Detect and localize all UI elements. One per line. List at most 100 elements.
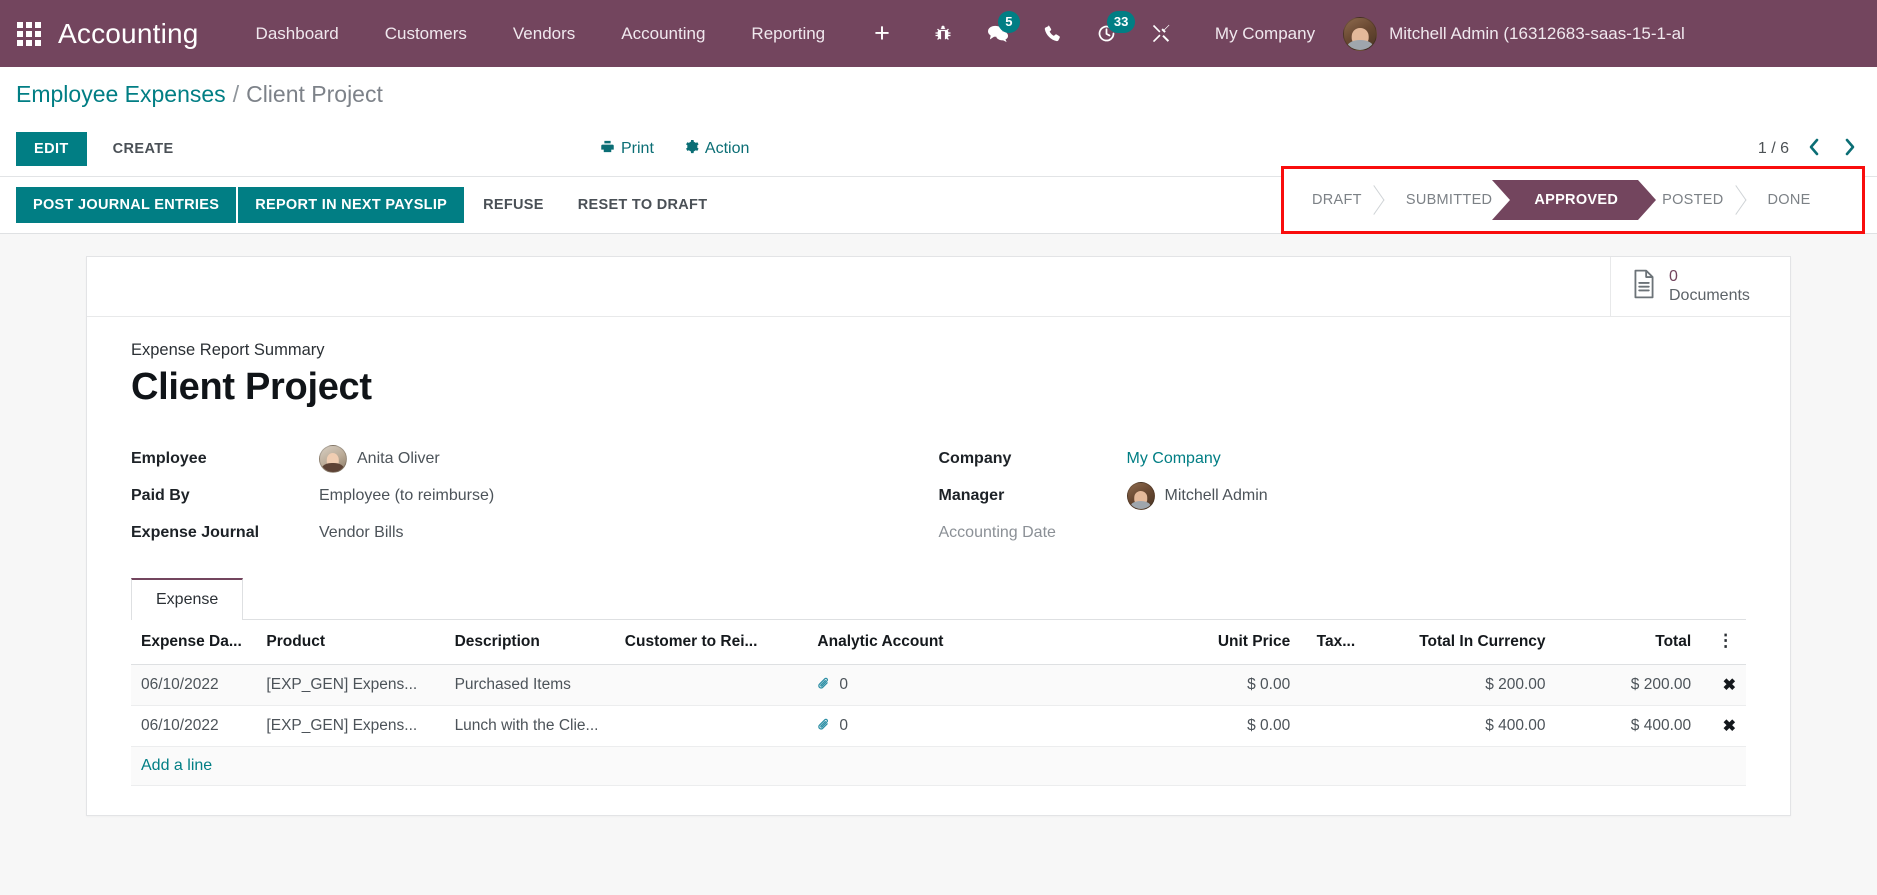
nav-item-dashboard[interactable]: Dashboard — [233, 0, 362, 67]
app-brand-accounting[interactable]: Accounting — [58, 18, 233, 50]
nav-item-vendors[interactable]: Vendors — [490, 0, 598, 67]
status-pipeline-highlight: DRAFT SUBMITTED APPROVED POSTED DONE — [1281, 166, 1865, 234]
column-customer-to-reinvoice[interactable]: Customer to Rei... — [614, 620, 808, 665]
breadcrumb-current-record: Client Project — [246, 80, 383, 107]
bug-icon[interactable] — [916, 0, 970, 67]
pager-next-button[interactable] — [1839, 138, 1861, 160]
cell-product[interactable]: [EXP_GEN] Expens... — [256, 664, 445, 706]
status-step-approved[interactable]: APPROVED — [1492, 180, 1656, 220]
post-journal-entries-button[interactable]: POST JOURNAL ENTRIES — [16, 187, 237, 223]
cell-analytic-account[interactable]: 0 — [807, 664, 1166, 706]
printer-icon — [600, 139, 615, 159]
cell-customer-to-reinvoice[interactable] — [614, 664, 808, 706]
field-value-employee[interactable]: Anita Oliver — [319, 444, 440, 473]
column-product[interactable]: Product — [256, 620, 445, 665]
field-label-accounting-date: Accounting Date — [938, 523, 1056, 541]
edit-button[interactable]: EDIT — [16, 131, 87, 166]
column-description[interactable]: Description — [444, 620, 615, 665]
close-icon[interactable]: ✖ — [1715, 677, 1736, 694]
table-row[interactable]: 06/10/2022 [EXP_GEN] Expens... Purchased… — [131, 664, 1746, 706]
field-label-manager: Manager — [938, 486, 1005, 504]
report-in-next-payslip-button[interactable]: REPORT IN NEXT PAYSLIP — [238, 187, 465, 223]
pager-previous-button[interactable] — [1803, 138, 1825, 160]
cell-product[interactable]: [EXP_GEN] Expens... — [256, 705, 445, 747]
cell-taxes[interactable] — [1300, 664, 1366, 706]
nav-item-accounting[interactable]: Accounting — [598, 0, 728, 67]
document-icon — [1631, 269, 1657, 304]
cell-expense-date[interactable]: 06/10/2022 — [131, 664, 257, 706]
nav-item-reporting[interactable]: Reporting — [728, 0, 848, 67]
field-value-paid-by[interactable]: Employee (to reimburse) — [319, 487, 494, 505]
cell-total-in-currency[interactable]: $ 400.00 — [1365, 705, 1556, 747]
stat-button-box: 0 Documents — [87, 257, 1790, 317]
print-menu-button[interactable]: Print — [600, 139, 654, 159]
column-total[interactable]: Total — [1555, 620, 1702, 665]
cell-total[interactable]: $ 200.00 — [1555, 664, 1702, 706]
attachment-count: 0 — [839, 717, 849, 734]
close-icon[interactable]: ✖ — [1715, 718, 1736, 735]
delete-row-button[interactable]: ✖ — [1701, 705, 1746, 747]
cell-description[interactable]: Lunch with the Clie... — [444, 705, 615, 747]
cell-total[interactable]: $ 400.00 — [1555, 705, 1702, 747]
breadcrumb-parent-employee-expenses[interactable]: Employee Expenses — [16, 81, 226, 108]
cell-customer-to-reinvoice[interactable] — [614, 705, 808, 747]
grid-apps-icon — [17, 21, 41, 46]
status-action-bar: POST JOURNAL ENTRIES REPORT IN NEXT PAYS… — [0, 166, 1877, 234]
company-switcher[interactable]: My Company — [1189, 24, 1333, 44]
column-analytic-account[interactable]: Analytic Account — [807, 620, 1166, 665]
tools-icon[interactable] — [1134, 0, 1189, 67]
pager-value[interactable]: 1 / 6 — [1758, 140, 1789, 158]
chat-icon[interactable]: 5 — [970, 0, 1026, 67]
status-step-draft[interactable]: DRAFT — [1298, 180, 1382, 220]
vertical-dots-icon[interactable]: ⋮ — [1701, 620, 1746, 665]
field-manager: Manager Mitchell Admin — [939, 478, 1747, 513]
reset-to-draft-button[interactable]: RESET TO DRAFT — [561, 187, 725, 223]
chat-badge-count: 5 — [997, 11, 1020, 33]
tab-expense[interactable]: Expense — [131, 578, 244, 620]
field-value-company[interactable]: My Company — [1127, 450, 1221, 468]
avatar — [319, 444, 347, 473]
expense-lines-header: Expense Da... Product Description Custom… — [131, 620, 1746, 665]
field-value-expense-journal[interactable]: Vendor Bills — [319, 524, 404, 542]
manager-name: Mitchell Admin — [1164, 486, 1268, 504]
status-pipeline: DRAFT SUBMITTED APPROVED POSTED DONE — [1298, 180, 1831, 220]
add-line-cell: Add a line — [131, 746, 1746, 786]
cell-description[interactable]: Purchased Items — [444, 664, 615, 706]
documents-label: Documents — [1669, 286, 1750, 304]
print-label: Print — [621, 139, 654, 157]
apps-menu-button[interactable] — [0, 0, 58, 67]
field-company: Company My Company — [939, 441, 1747, 476]
field-value-manager[interactable]: Mitchell Admin — [1126, 481, 1268, 510]
column-taxes[interactable]: Tax... — [1300, 620, 1366, 665]
employee-name: Anita Oliver — [357, 449, 440, 467]
cell-taxes[interactable] — [1300, 705, 1366, 747]
form-sheet: 0 Documents Expense Report Summary Clien… — [86, 256, 1791, 816]
column-unit-price[interactable]: Unit Price — [1165, 620, 1301, 665]
table-header-row: Expense Da... Product Description Custom… — [131, 620, 1746, 665]
documents-stat-button[interactable]: 0 Documents — [1610, 257, 1790, 316]
field-employee: Employee Anita Oliver — [131, 441, 939, 476]
new-record-plus-icon[interactable]: + — [848, 0, 916, 67]
column-total-in-currency[interactable]: Total In Currency — [1365, 620, 1556, 665]
user-menu[interactable]: Mitchell Admin (16312683-saas-15-1-al — [1333, 16, 1685, 51]
expense-lines-body: 06/10/2022 [EXP_GEN] Expens... Purchased… — [131, 664, 1746, 786]
action-menu-button[interactable]: Action — [684, 139, 749, 159]
cell-unit-price[interactable]: $ 0.00 — [1165, 705, 1301, 747]
nav-item-customers[interactable]: Customers — [362, 0, 490, 67]
avatar — [1343, 16, 1378, 51]
activity-clock-icon[interactable]: 33 — [1079, 0, 1136, 67]
cell-unit-price[interactable]: $ 0.00 — [1165, 664, 1301, 706]
status-step-done[interactable]: DONE — [1743, 180, 1831, 220]
create-button[interactable]: CREATE — [95, 132, 192, 166]
column-expense-date[interactable]: Expense Da... — [131, 620, 257, 665]
refuse-button[interactable]: REFUSE — [466, 187, 561, 223]
cell-expense-date[interactable]: 06/10/2022 — [131, 705, 257, 747]
table-row[interactable]: 06/10/2022 [EXP_GEN] Expens... Lunch wit… — [131, 705, 1746, 747]
phone-icon[interactable] — [1026, 0, 1079, 67]
delete-row-button[interactable]: ✖ — [1701, 664, 1746, 706]
cell-analytic-account[interactable]: 0 — [807, 705, 1166, 747]
cell-total-in-currency[interactable]: $ 200.00 — [1365, 664, 1556, 706]
form-left-column: Employee Anita Oliver Paid By Employee (… — [131, 441, 939, 552]
form-field-columns: Employee Anita Oliver Paid By Employee (… — [131, 441, 1746, 552]
add-a-line-button[interactable]: Add a line — [141, 757, 212, 774]
